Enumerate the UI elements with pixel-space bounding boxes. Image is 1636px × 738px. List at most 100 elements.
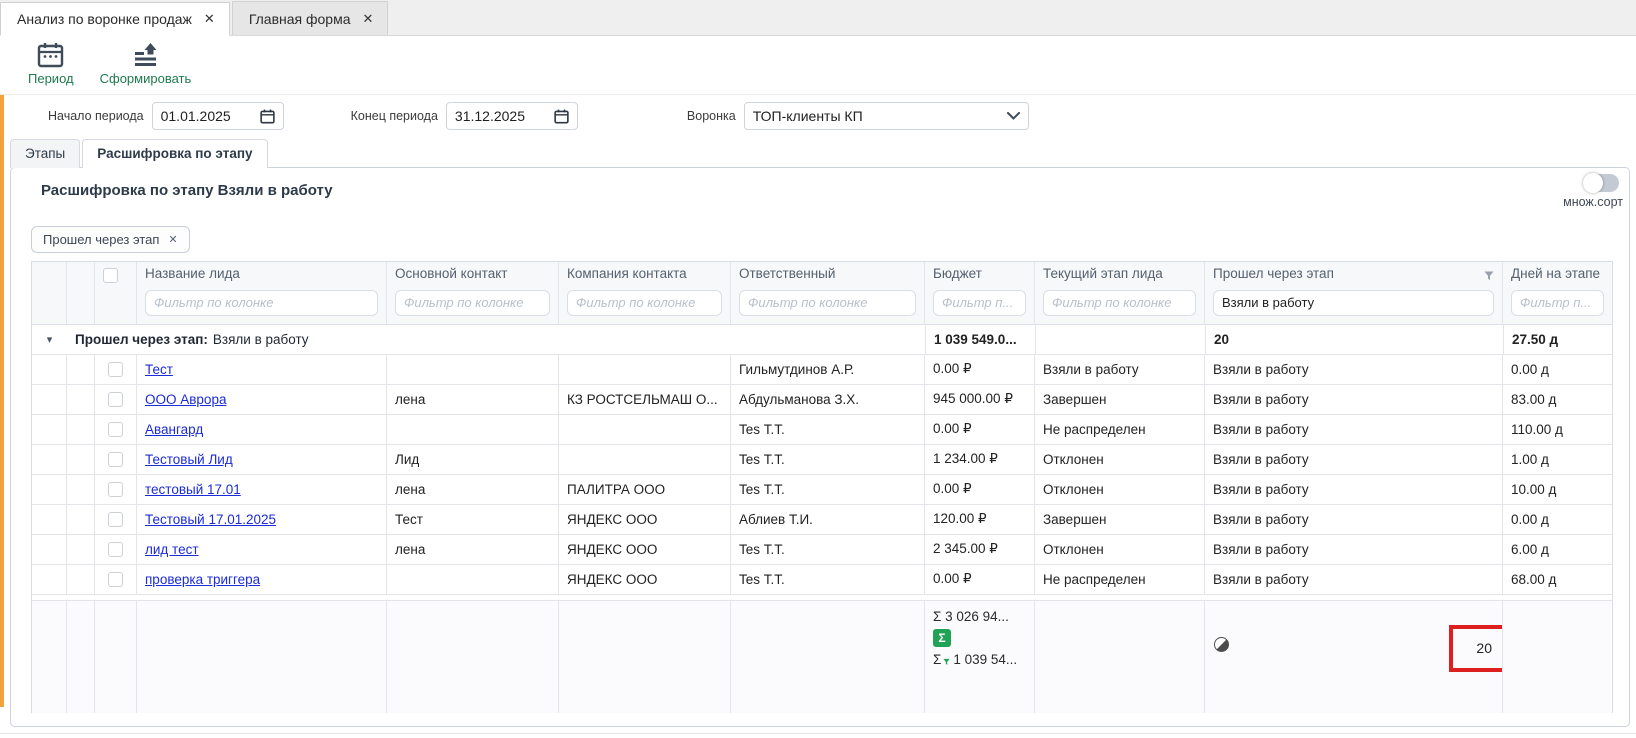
group-row[interactable]: ▾ Прошел через этап:Взяли в работу 1 039… <box>32 325 1612 355</box>
budget-cell: 0.00 ₽ <box>925 355 1035 385</box>
column-header-name[interactable]: Название лида <box>137 262 387 325</box>
tab-label: Анализ по воронке продаж <box>17 11 192 27</box>
table-row[interactable]: проверка триггера ЯНДЕКС ООО Tes Т.Т. 0.… <box>32 565 1612 595</box>
lead-link[interactable]: Авангард <box>145 422 203 437</box>
column-header-stage[interactable]: Текущий этап лида <box>1035 262 1205 325</box>
row-checkbox[interactable] <box>108 512 123 527</box>
end-period-label: Конец периода <box>351 109 438 123</box>
aggregate-mode-icon[interactable] <box>1214 637 1229 652</box>
generate-button[interactable]: Сформировать <box>100 42 192 86</box>
days-cell: 0.00 д <box>1503 505 1612 535</box>
filter-input-stage[interactable] <box>1043 290 1196 316</box>
table-row[interactable]: Авангард Tes Т.Т. 0.00 ₽ Не распределен … <box>32 415 1612 445</box>
expander-column-header <box>32 262 67 325</box>
days-cell: 83.00 д <box>1503 385 1612 415</box>
lead-link[interactable]: тестовый 17.01 <box>145 482 241 497</box>
company-cell <box>559 415 731 445</box>
footer-budget-sums[interactable]: Σ 3 026 94... Σ Σ 1 039 54... <box>925 601 1035 713</box>
row-spacer-cell <box>67 445 95 475</box>
budget-cell: 0.00 ₽ <box>925 415 1035 445</box>
group-budget-total: 1 039 549.0... <box>925 325 1035 355</box>
chevron-down-icon <box>1007 112 1020 120</box>
row-checkbox[interactable] <box>108 572 123 587</box>
stage-cell: Завершен <box>1035 505 1205 535</box>
start-period-value: 01.01.2025 <box>161 108 231 124</box>
column-header-company[interactable]: Компания контакта <box>559 262 731 325</box>
budget-cell: 120.00 ₽ <box>925 505 1035 535</box>
funnel-label: Воронка <box>687 109 736 123</box>
close-icon[interactable]: ✕ <box>363 11 374 27</box>
filter-input-company[interactable] <box>567 290 722 316</box>
close-icon[interactable]: ✕ <box>168 233 177 246</box>
passed-stage-cell: Взяли в работу <box>1205 505 1503 535</box>
budget-grand-total: Σ 3 026 94... <box>933 609 1009 624</box>
column-header-days[interactable]: Дней на этапе <box>1503 262 1612 325</box>
passed-stage-cell: Взяли в работу <box>1205 565 1503 595</box>
company-cell: ЯНДЕКС ООО <box>559 535 731 565</box>
filter-input-days[interactable] <box>1511 290 1604 316</box>
bottom-divider <box>0 733 1636 734</box>
period-button[interactable]: Период <box>28 42 74 86</box>
contact-cell: лена <box>387 535 559 565</box>
select-all-checkbox[interactable] <box>103 268 118 283</box>
multisort-toggle[interactable] <box>1583 174 1619 192</box>
filter-input-name[interactable] <box>145 290 378 316</box>
lead-link[interactable]: лид тест <box>145 542 199 557</box>
company-cell: ЯНДЕКС ООО <box>559 505 731 535</box>
tab-main-form[interactable]: Главная форма ✕ <box>232 1 389 35</box>
row-checkbox[interactable] <box>108 422 123 437</box>
close-icon[interactable]: ✕ <box>204 11 215 27</box>
table-row[interactable]: лид тест лена ЯНДЕКС ООО Tes Т.Т. 2 345.… <box>32 535 1612 565</box>
row-spacer-cell <box>67 355 95 385</box>
lead-link[interactable]: проверка триггера <box>145 572 260 587</box>
tab-funnel-analysis[interactable]: Анализ по воронке продаж ✕ <box>0 2 230 36</box>
end-period-input[interactable]: 31.12.2025 <box>446 102 578 130</box>
sigma-sum-icon[interactable]: Σ <box>933 629 951 647</box>
tab-stages[interactable]: Этапы <box>10 139 80 168</box>
filter-input-owner[interactable] <box>739 290 916 316</box>
table-row[interactable]: Тест Гильмутдинов А.Р. 0.00 ₽ Взяли в ра… <box>32 355 1612 385</box>
footer-cell <box>95 601 137 713</box>
row-expander-cell <box>32 445 67 475</box>
owner-cell: Tes Т.Т. <box>731 415 925 445</box>
days-cell: 1.00 д <box>1503 445 1612 475</box>
column-header-budget[interactable]: Бюджет <box>925 262 1035 325</box>
lead-link[interactable]: Тестовый 17.01.2025 <box>145 512 276 527</box>
row-expander-cell <box>32 535 67 565</box>
filter-chip-passed-stage[interactable]: Прошел через этап ✕ <box>31 226 190 253</box>
filter-input-contact[interactable] <box>395 290 550 316</box>
lead-link[interactable]: Тест <box>145 362 173 377</box>
column-header-passed[interactable]: Прошел через этап <box>1205 262 1503 325</box>
budget-filtered-total: Σ 1 039 54... <box>933 652 1017 667</box>
lead-link[interactable]: ООО Аврора <box>145 392 226 407</box>
lead-name-cell: лид тест <box>137 535 387 565</box>
start-period-input[interactable]: 01.01.2025 <box>152 102 284 130</box>
table-row[interactable]: Тестовый 17.01.2025 Тест ЯНДЕКС ООО Абли… <box>32 505 1612 535</box>
collapse-arrow-icon[interactable]: ▾ <box>47 333 53 346</box>
table-row[interactable]: Тестовый Лид Лид Tes Т.Т. 1 234.00 ₽ Отк… <box>32 445 1612 475</box>
row-expander-cell <box>32 385 67 415</box>
filter-funnel-icon <box>1484 271 1494 283</box>
generate-button-label: Сформировать <box>100 71 192 86</box>
row-checkbox[interactable] <box>108 392 123 407</box>
calendar-icon[interactable] <box>260 109 275 124</box>
filter-input-budget[interactable] <box>933 290 1026 316</box>
tab-stage-detail[interactable]: Расшифровка по этапу <box>82 139 267 168</box>
column-header-owner[interactable]: Ответственный <box>731 262 925 325</box>
row-checkbox[interactable] <box>108 542 123 557</box>
contact-cell <box>387 565 559 595</box>
filter-input-passed[interactable] <box>1213 290 1494 316</box>
company-cell: КЗ РОСТСЕЛЬМАШ О... <box>559 385 731 415</box>
row-expander-cell <box>32 355 67 385</box>
row-checkbox[interactable] <box>108 482 123 497</box>
column-header-contact[interactable]: Основной контакт <box>387 262 559 325</box>
row-checkbox[interactable] <box>108 452 123 467</box>
funnel-select[interactable]: ТОП-клиенты КП <box>744 102 1029 130</box>
group-expander-cell[interactable]: ▾ <box>32 325 67 355</box>
calendar-icon[interactable] <box>554 109 569 124</box>
table-row[interactable]: тестовый 17.01 лена ПАЛИТРА ООО Tes Т.Т.… <box>32 475 1612 505</box>
lead-link[interactable]: Тестовый Лид <box>145 452 233 467</box>
row-checkbox[interactable] <box>108 362 123 377</box>
passed-stage-cell: Взяли в работу <box>1205 415 1503 445</box>
table-row[interactable]: ООО Аврора лена КЗ РОСТСЕЛЬМАШ О... Абду… <box>32 385 1612 415</box>
